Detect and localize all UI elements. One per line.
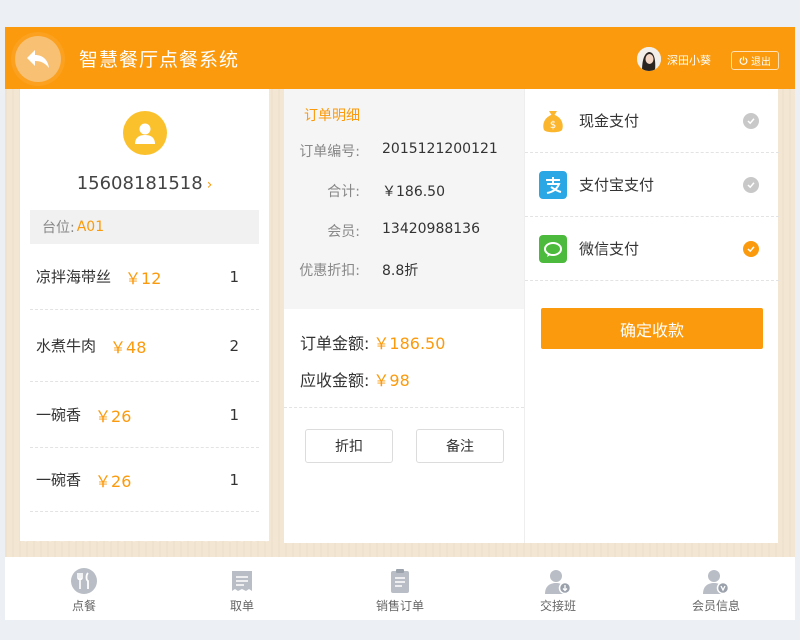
logout-label: 退出	[751, 57, 771, 68]
payment-panel: $ 现金支付 支付宝支付 微信支付 确定收款	[524, 89, 779, 543]
nav-item-order[interactable]: 点餐	[5, 557, 163, 620]
detail-value: 8.8折	[382, 263, 419, 279]
receipt-icon	[227, 567, 257, 595]
chevron-right-icon: ›	[206, 177, 213, 193]
table-label: 台位:	[42, 220, 75, 236]
wechat-icon	[539, 234, 567, 263]
dish-row[interactable]: 一碗香 ￥26 1	[30, 448, 259, 512]
order-amount-label: 订单金额:	[300, 334, 370, 353]
detail-value: 2015121200121	[382, 141, 498, 157]
order-detail-panel: 订单明细 订单编号: 2015121200121 合计: ￥186.50 会员:…	[284, 89, 524, 543]
nav-label: 取单	[229, 599, 254, 613]
user-photo-icon	[637, 47, 661, 71]
user-shift-icon	[543, 567, 573, 595]
dish-qty: 2	[229, 336, 239, 355]
order-detail-title: 订单明细	[304, 108, 360, 124]
payment-label: 现金支付	[579, 112, 640, 130]
member-phone: 15608181518	[76, 173, 203, 194]
member-icon	[701, 567, 731, 595]
payment-option-alipay[interactable]: 支付宝支付	[525, 153, 779, 217]
detail-value: ￥186.50	[382, 184, 445, 200]
member-avatar	[123, 111, 167, 155]
nav-item-member-info[interactable]: 会员信息	[637, 557, 795, 620]
checked-icon	[743, 240, 759, 257]
detail-value: 13420988136	[382, 221, 480, 237]
order-detail-box: 订单明细 订单编号: 2015121200121 合计: ￥186.50 会员:…	[284, 89, 524, 309]
dish-name: 凉拌海带丝	[36, 268, 112, 286]
table-value: A01	[76, 219, 105, 235]
logout-button[interactable]: 退出	[731, 51, 779, 70]
divider	[284, 407, 524, 408]
confirm-payment-button[interactable]: 确定收款	[541, 308, 763, 349]
money-bag-icon: $	[539, 107, 567, 135]
user-avatar[interactable]	[637, 47, 661, 71]
app-window: 智慧餐厅点餐系统 深田小葵 退出 15608181518 › 台位: A01 凉…	[5, 27, 795, 620]
nav-label: 销售订单	[375, 599, 424, 613]
payment-label: 微信支付	[579, 240, 640, 258]
clipboard-icon	[385, 567, 415, 595]
nav-item-pickup[interactable]: 取单	[163, 557, 321, 620]
power-icon	[739, 56, 748, 65]
receivable-value: ￥98	[373, 371, 410, 390]
payment-option-wechat[interactable]: 微信支付	[525, 217, 779, 281]
svg-text:$: $	[550, 120, 556, 131]
dish-qty: 1	[229, 470, 239, 489]
utensils-icon	[69, 567, 99, 595]
nav-item-shift-handover[interactable]: 交接班	[479, 557, 637, 620]
detail-key: 订单编号:	[299, 144, 360, 160]
person-icon	[135, 123, 155, 144]
nav-label: 交接班	[539, 599, 576, 613]
unchecked-icon	[743, 112, 759, 129]
dish-row[interactable]: 一碗香 ￥26 1	[30, 382, 259, 448]
note-button[interactable]: 备注	[416, 429, 504, 463]
payment-label: 支付宝支付	[579, 176, 655, 194]
dish-price: ￥26	[95, 406, 132, 426]
member-phone-link[interactable]: 15608181518 ›	[20, 173, 269, 194]
order-items-panel: 15608181518 › 台位: A01 凉拌海带丝 ￥12 1 水煮牛肉 ￥4…	[20, 89, 269, 547]
back-arrow-icon	[27, 50, 49, 68]
nav-label: 点餐	[71, 599, 96, 613]
order-amount-value: ￥186.50	[373, 334, 446, 353]
order-amount-row: 订单金额: ￥186.50	[300, 330, 445, 354]
dish-price: ￥26	[95, 471, 132, 491]
unchecked-icon	[743, 176, 759, 193]
detail-key: 优惠折扣:	[299, 263, 360, 279]
dish-qty: 1	[229, 405, 239, 424]
back-button[interactable]	[15, 36, 61, 82]
payment-option-cash[interactable]: $ 现金支付	[525, 89, 779, 153]
dish-name: 水煮牛肉	[36, 337, 97, 355]
dish-qty: 1	[229, 267, 239, 286]
detail-key: 会员:	[327, 224, 360, 240]
discount-button[interactable]: 折扣	[305, 429, 393, 463]
receivable-label: 应收金额:	[300, 371, 370, 390]
nav-item-sales-orders[interactable]: 销售订单	[321, 557, 479, 620]
dish-name: 一碗香	[36, 406, 82, 424]
user-name: 深田小葵	[667, 54, 711, 67]
bottom-nav: 点餐 取单 销售订单 交接班 会员信息	[5, 557, 795, 620]
dish-price: ￥48	[110, 337, 147, 357]
app-title: 智慧餐厅点餐系统	[79, 49, 240, 71]
dish-price: ￥12	[125, 268, 162, 288]
dish-row[interactable]: 水煮牛肉 ￥48 2	[30, 310, 259, 382]
receivable-row: 应收金额: ￥98	[300, 367, 410, 391]
alipay-icon	[539, 170, 567, 199]
detail-key: 合计:	[327, 184, 360, 200]
nav-label: 会员信息	[691, 599, 740, 613]
table-info: 台位: A01	[30, 210, 259, 244]
dish-name: 一碗香	[36, 471, 82, 489]
dish-row[interactable]: 凉拌海带丝 ￥12 1	[30, 244, 259, 310]
header-bar: 智慧餐厅点餐系统 深田小葵 退出	[5, 27, 795, 89]
